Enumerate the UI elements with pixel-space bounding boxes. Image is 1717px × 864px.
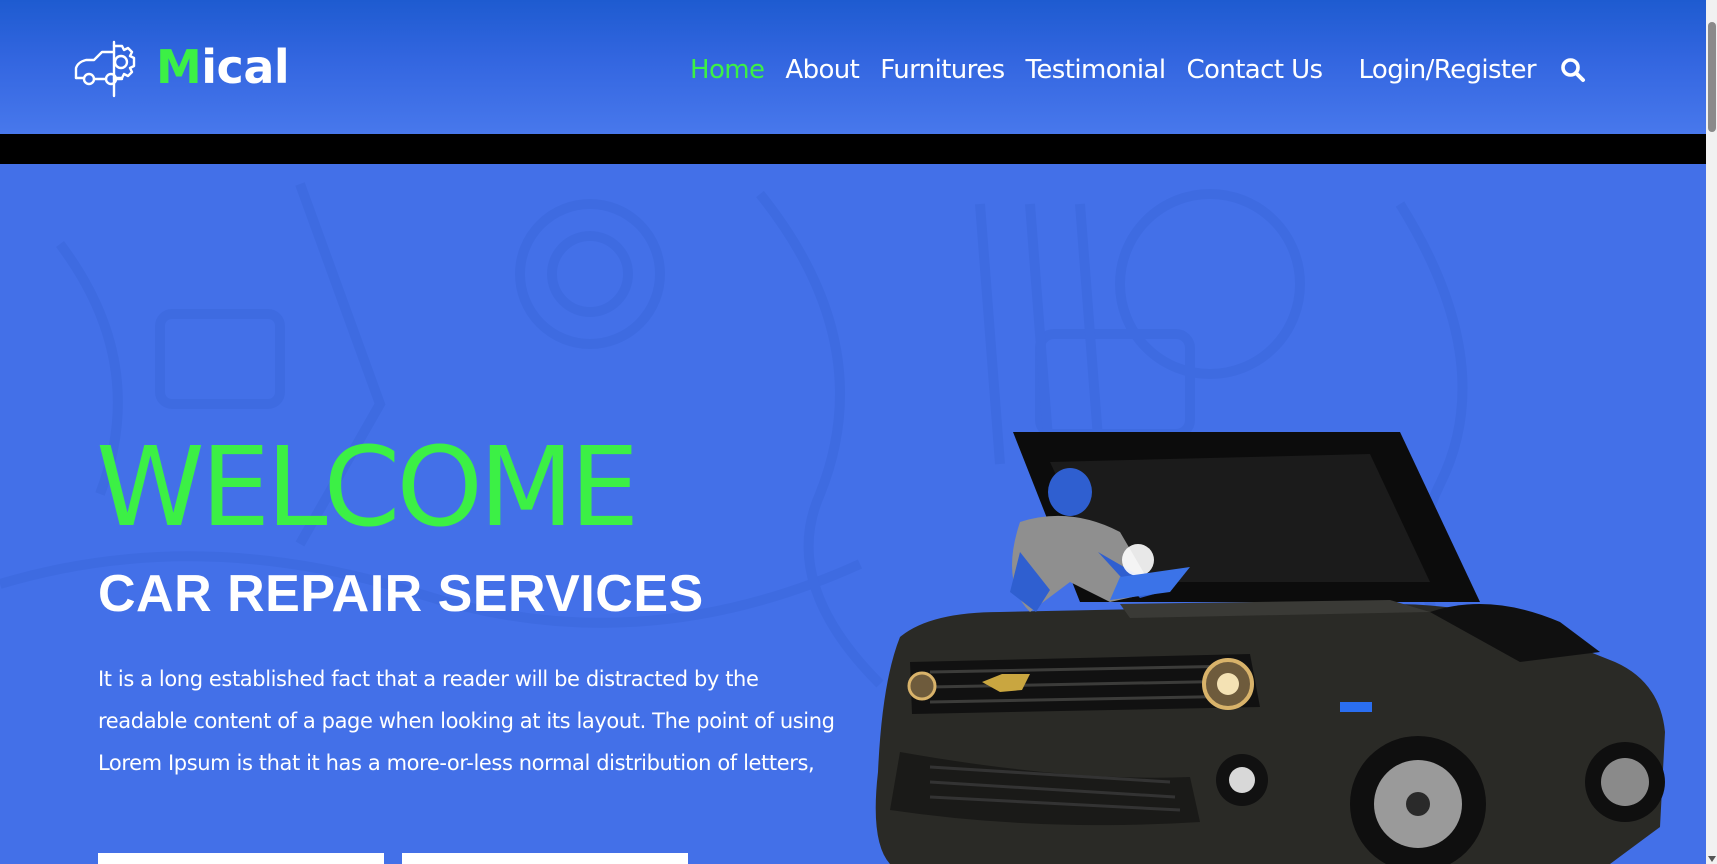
nav-home[interactable]: Home: [690, 55, 765, 85]
logo-text-first: M: [156, 40, 202, 94]
hero-secondary-button[interactable]: [402, 853, 688, 864]
logo-text-rest: ical: [201, 40, 290, 94]
search-button[interactable]: [1558, 55, 1588, 85]
hero-description: It is a long established fact that a rea…: [98, 667, 835, 775]
hero-heading: WELCOME: [96, 423, 639, 551]
scroll-down-arrow-icon[interactable]: [1708, 856, 1716, 862]
vertical-scrollbar[interactable]: [1706, 0, 1717, 864]
nav-contact-us[interactable]: Contact Us: [1186, 55, 1323, 85]
site-header: Mical Home About Furnitures Testimonial …: [0, 0, 1706, 134]
logo-text: Mical: [156, 34, 290, 100]
car-gear-icon: [74, 40, 136, 98]
nav-login-register[interactable]: Login/Register: [1358, 55, 1536, 85]
divider-bar: [0, 134, 1706, 164]
nav-furnitures[interactable]: Furnitures: [880, 55, 1005, 85]
mechanic-repairing-car-image: [875, 432, 1665, 864]
nav-testimonial[interactable]: Testimonial: [1026, 55, 1167, 85]
page: Mical Home About Furnitures Testimonial …: [0, 0, 1706, 864]
nav-about[interactable]: About: [785, 55, 859, 85]
logo[interactable]: Mical: [70, 34, 290, 100]
main-nav: Home About Furnitures Testimonial Contac…: [690, 46, 1588, 94]
hero-section: WELCOME CAR REPAIR SERVICES It is a long…: [0, 164, 1706, 864]
search-icon: [1561, 58, 1586, 82]
scrollbar-thumb[interactable]: [1708, 22, 1716, 132]
hero-primary-button[interactable]: [98, 853, 384, 864]
hero-subheading: CAR REPAIR SERVICES: [98, 565, 704, 623]
